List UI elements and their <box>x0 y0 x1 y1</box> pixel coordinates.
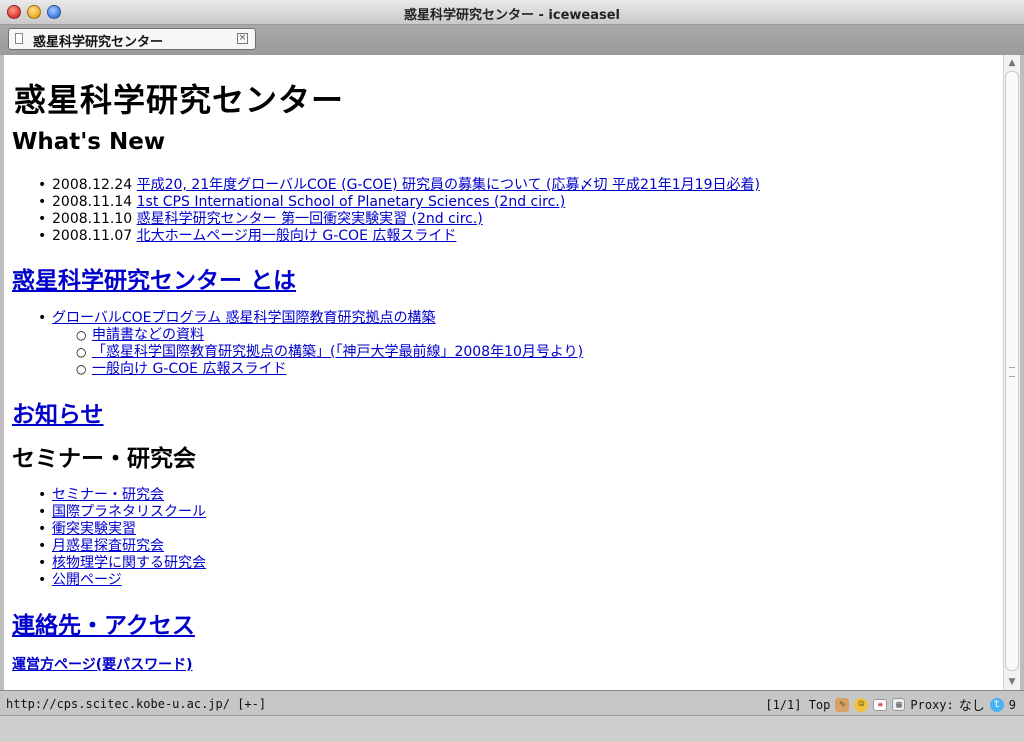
page-title: 惑星科学研究センター <box>14 81 345 119</box>
page-icon <box>15 33 23 44</box>
list-item: 2008.11.14 1st CPS International School … <box>12 194 1002 211</box>
kobe-frontline-link[interactable]: 「惑星科学国際教育研究拠点の構築」(「神戸大学最前線」2008年10月号より) <box>92 344 583 360</box>
whats-new-list: 2008.12.24 平成20, 21年度グローバルCOE (G-COE) 研究… <box>12 177 1002 245</box>
contact-heading-link[interactable]: 連絡先・アクセス <box>12 606 195 640</box>
window-edge <box>1020 55 1024 690</box>
news-link[interactable]: 北大ホームページ用一般向け G-COE 広報スライド <box>137 228 457 244</box>
news-heading-link[interactable]: お知らせ <box>12 395 104 429</box>
bottom-bar <box>0 716 1024 742</box>
extension-icon[interactable]: ✎ <box>835 697 850 712</box>
scrollbar-thumb[interactable] <box>1005 71 1019 671</box>
greasemonkey-icon[interactable]: ☺ <box>854 697 869 712</box>
news-link[interactable]: 1st CPS International School of Planetar… <box>137 194 566 210</box>
close-tab-icon[interactable]: × <box>237 33 248 44</box>
list-item: 衝突実験実習 <box>12 521 1002 538</box>
admin-page-link[interactable]: 運営方ページ(要パスワード) <box>12 654 193 674</box>
page-content: 惑星科学研究センター What's New 2008.12.24 平成20, 2… <box>4 55 1003 690</box>
tab-bar: 惑星科学研究センター × <box>0 25 1024 55</box>
news-date: 2008.11.10 <box>52 211 133 227</box>
proxy-label: Proxy: <box>910 697 954 712</box>
news-date: 2008.11.14 <box>52 194 133 210</box>
list-item: 月惑星探査研究会 <box>12 538 1002 555</box>
about-sublist: 申請書などの資料 「惑星科学国際教育研究拠点の構築」(「神戸大学最前線」2008… <box>12 327 1002 378</box>
gcoe-slides-link[interactable]: 一般向け G-COE 広報スライド <box>92 361 286 377</box>
window-title: 惑星科学研究センター - iceweasel <box>403 8 621 23</box>
grip-icon <box>1009 367 1015 377</box>
notification-count: 9 <box>1008 697 1016 712</box>
list-item: 「惑星科学国際教育研究拠点の構築」(「神戸大学最前線」2008年10月号より) <box>12 344 1002 361</box>
seminar-heading: セミナー・研究会 <box>12 446 196 472</box>
list-item: 公開ページ <box>12 572 1002 589</box>
seminar-list: セミナー・研究会 国際プラネタリスクール 衝突実験実習 月惑星探査研究会 核物理… <box>12 487 1002 589</box>
planetary-school-link[interactable]: 国際プラネタリスクール <box>52 504 206 520</box>
list-item: 申請書などの資料 <box>12 327 1002 344</box>
list-item: 核物理学に関する研究会 <box>12 555 1002 572</box>
impact-experiment-link[interactable]: 衝突実験実習 <box>52 521 136 537</box>
seminar-link[interactable]: セミナー・研究会 <box>52 487 164 503</box>
status-bar: http://cps.scitec.kobe-u.ac.jp/ [+-] [1/… <box>0 690 1024 716</box>
flag-icon[interactable]: ≡ <box>873 698 888 711</box>
tab-label: 惑星科学研究センター <box>33 35 164 50</box>
lunar-exploration-link[interactable]: 月惑星探査研究会 <box>52 538 164 554</box>
nuclear-physics-link[interactable]: 核物理学に関する研究会 <box>52 555 206 571</box>
scroll-down-icon[interactable]: ▼ <box>1006 676 1018 688</box>
scroll-up-icon[interactable]: ▲ <box>1006 57 1018 69</box>
window-titlebar: 惑星科学研究センター - iceweasel <box>0 0 1024 25</box>
status-url: http://cps.scitec.kobe-u.ac.jp/ [+-] <box>6 697 267 711</box>
list-item: 一般向け G-COE 広報スライド <box>12 361 1002 378</box>
list-item: グローバルCOEプログラム 惑星科学国際教育研究拠点の構築 <box>12 310 1002 327</box>
window-icon[interactable]: ▤ <box>892 698 906 711</box>
gcoe-program-link[interactable]: グローバルCOEプログラム 惑星科学国際教育研究拠点の構築 <box>52 310 436 326</box>
whats-new-heading: What's New <box>12 129 166 155</box>
news-date: 2008.12.24 <box>52 177 133 193</box>
about-heading-link[interactable]: 惑星科学研究センター とは <box>12 261 296 295</box>
tab-planetary-center[interactable]: 惑星科学研究センター × <box>8 28 256 50</box>
news-date: 2008.11.07 <box>52 228 133 244</box>
list-item: 2008.12.24 平成20, 21年度グローバルCOE (G-COE) 研究… <box>12 177 1002 194</box>
list-item: 2008.11.07 北大ホームページ用一般向け G-COE 広報スライド <box>12 228 1002 245</box>
about-list: グローバルCOEプログラム 惑星科学国際教育研究拠点の構築 <box>12 310 1002 327</box>
twitter-icon[interactable]: t <box>989 697 1004 712</box>
list-item: 2008.11.10 惑星科学研究センター 第一回衝突実験実習 (2nd cir… <box>12 211 1002 228</box>
news-link[interactable]: 平成20, 21年度グローバルCOE (G-COE) 研究員の募集について (応… <box>137 177 760 193</box>
proxy-value[interactable]: なし <box>959 695 985 714</box>
scroll-position: [1/1] Top <box>765 697 831 712</box>
news-link[interactable]: 惑星科学研究センター 第一回衝突実験実習 (2nd circ.) <box>137 211 483 227</box>
application-docs-link[interactable]: 申請書などの資料 <box>92 327 204 343</box>
public-page-link[interactable]: 公開ページ <box>52 572 122 588</box>
list-item: セミナー・研究会 <box>12 487 1002 504</box>
vertical-scrollbar[interactable]: ▲ ▼ <box>1003 55 1021 690</box>
status-right: [1/1] Top ✎ ☺ ≡ ▤ Proxy: なし t 9 <box>765 695 1016 714</box>
list-item: 国際プラネタリスクール <box>12 504 1002 521</box>
